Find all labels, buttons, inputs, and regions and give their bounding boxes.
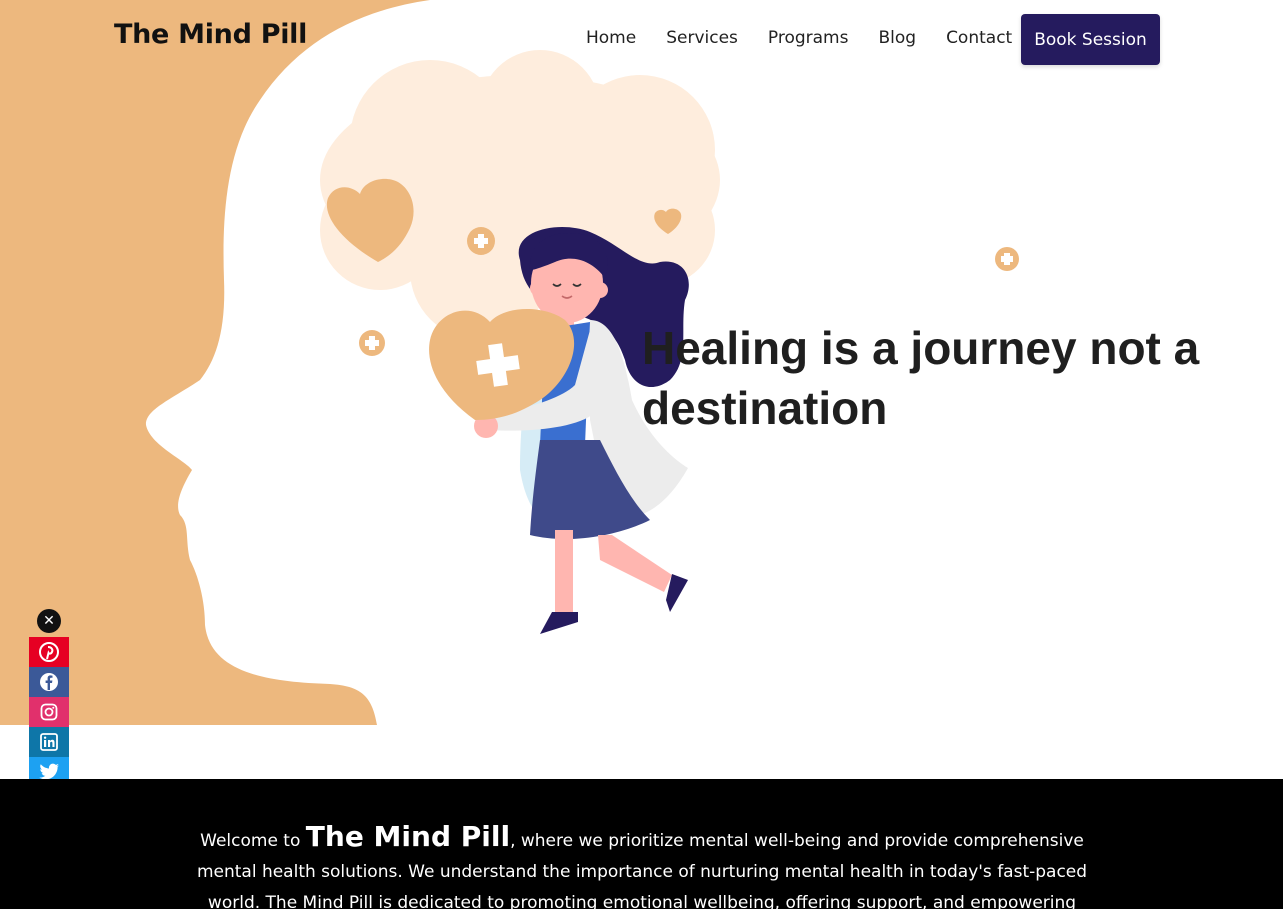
nav-home[interactable]: Home: [586, 28, 636, 48]
plus-badge-2: [359, 330, 385, 356]
instagram-icon[interactable]: [29, 697, 69, 727]
intro-paragraph: Welcome to The Mind Pill, where we prior…: [196, 821, 1088, 909]
intro-prefix: Welcome to: [200, 831, 306, 851]
nav-services[interactable]: Services: [666, 28, 738, 48]
hero-headline: Healing is a journey not a destination: [642, 322, 1200, 434]
linkedin-icon[interactable]: [29, 727, 69, 757]
close-icon[interactable]: ✕: [37, 609, 61, 633]
facebook-icon[interactable]: [29, 667, 69, 697]
hero-section: The Mind Pill Home Services Programs Blo…: [0, 0, 1283, 725]
plus-badge-1: [467, 227, 495, 255]
nav-programs[interactable]: Programs: [768, 28, 849, 48]
nav-contact[interactable]: Contact: [946, 28, 1012, 48]
pinterest-icon[interactable]: [29, 637, 69, 667]
intro-brand: The Mind Pill: [305, 820, 511, 853]
book-session-button[interactable]: Book Session: [1021, 14, 1160, 65]
intro-section: Welcome to The Mind Pill, where we prior…: [0, 779, 1283, 909]
plus-badge-3: [995, 247, 1019, 271]
nav-blog[interactable]: Blog: [878, 28, 916, 48]
main-nav: Home Services Programs Blog Contact: [571, 28, 1027, 48]
brand-logo[interactable]: The Mind Pill: [114, 19, 307, 50]
